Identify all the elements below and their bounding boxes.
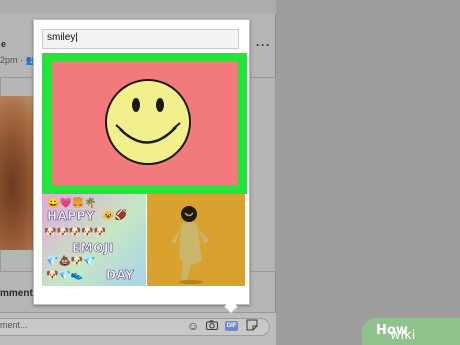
camera-icon[interactable] (205, 319, 219, 333)
wikihow-watermark: wiki How (362, 318, 460, 345)
gif-button[interactable]: GIF (225, 321, 238, 331)
dancing-figure-icon (171, 206, 209, 284)
smiley-face-gif[interactable] (52, 61, 238, 185)
sticker-icon[interactable] (245, 319, 259, 333)
dancing-smiley-costume-gif[interactable] (147, 194, 245, 286)
smiley-icon[interactable]: ☺ (186, 319, 200, 333)
smiley-face-icon (105, 79, 191, 165)
gif-search-value: smiley| (47, 32, 78, 43)
comment-action-link[interactable]: mment (0, 288, 33, 299)
comment-placeholder: ment... (0, 320, 28, 330)
post-options-icon[interactable]: ··· (256, 38, 271, 52)
post-author-name[interactable]: e (1, 39, 6, 49)
happy-emoji-day-gif[interactable]: 😀💗🍔🌴 HAPPY 😺🏈 🐶🐶🐶🐶🐶 EMOJI 💎💩🐶💎 DAY 🐶💎👟 (42, 194, 146, 286)
